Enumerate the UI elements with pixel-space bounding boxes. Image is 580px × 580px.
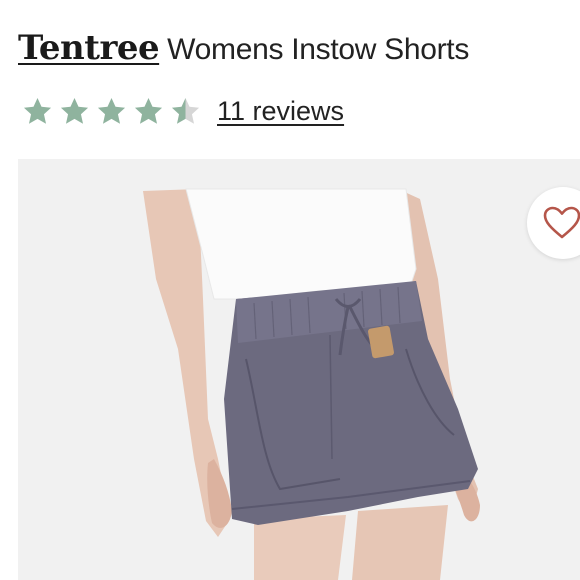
- product-title: Tentree Womens Instow Shorts: [18, 28, 469, 68]
- brand-link[interactable]: Tentree: [18, 28, 160, 68]
- star-icon: [60, 97, 89, 124]
- reviews-link[interactable]: 11 reviews: [217, 96, 344, 127]
- right-leg: [352, 505, 448, 580]
- shorts-photo: [143, 188, 480, 580]
- star-icon: [23, 97, 52, 124]
- star-rating: [22, 96, 201, 127]
- rating-summary: 11 reviews: [22, 96, 344, 127]
- star-icon: [97, 97, 126, 124]
- star-icon: [134, 97, 163, 124]
- star-icon: [171, 97, 200, 124]
- heart-outline-icon: [543, 206, 580, 239]
- product-image[interactable]: [18, 159, 580, 580]
- left-leg: [254, 515, 346, 580]
- white-tshirt: [185, 188, 417, 300]
- product-name: Womens Instow Shorts: [167, 33, 470, 66]
